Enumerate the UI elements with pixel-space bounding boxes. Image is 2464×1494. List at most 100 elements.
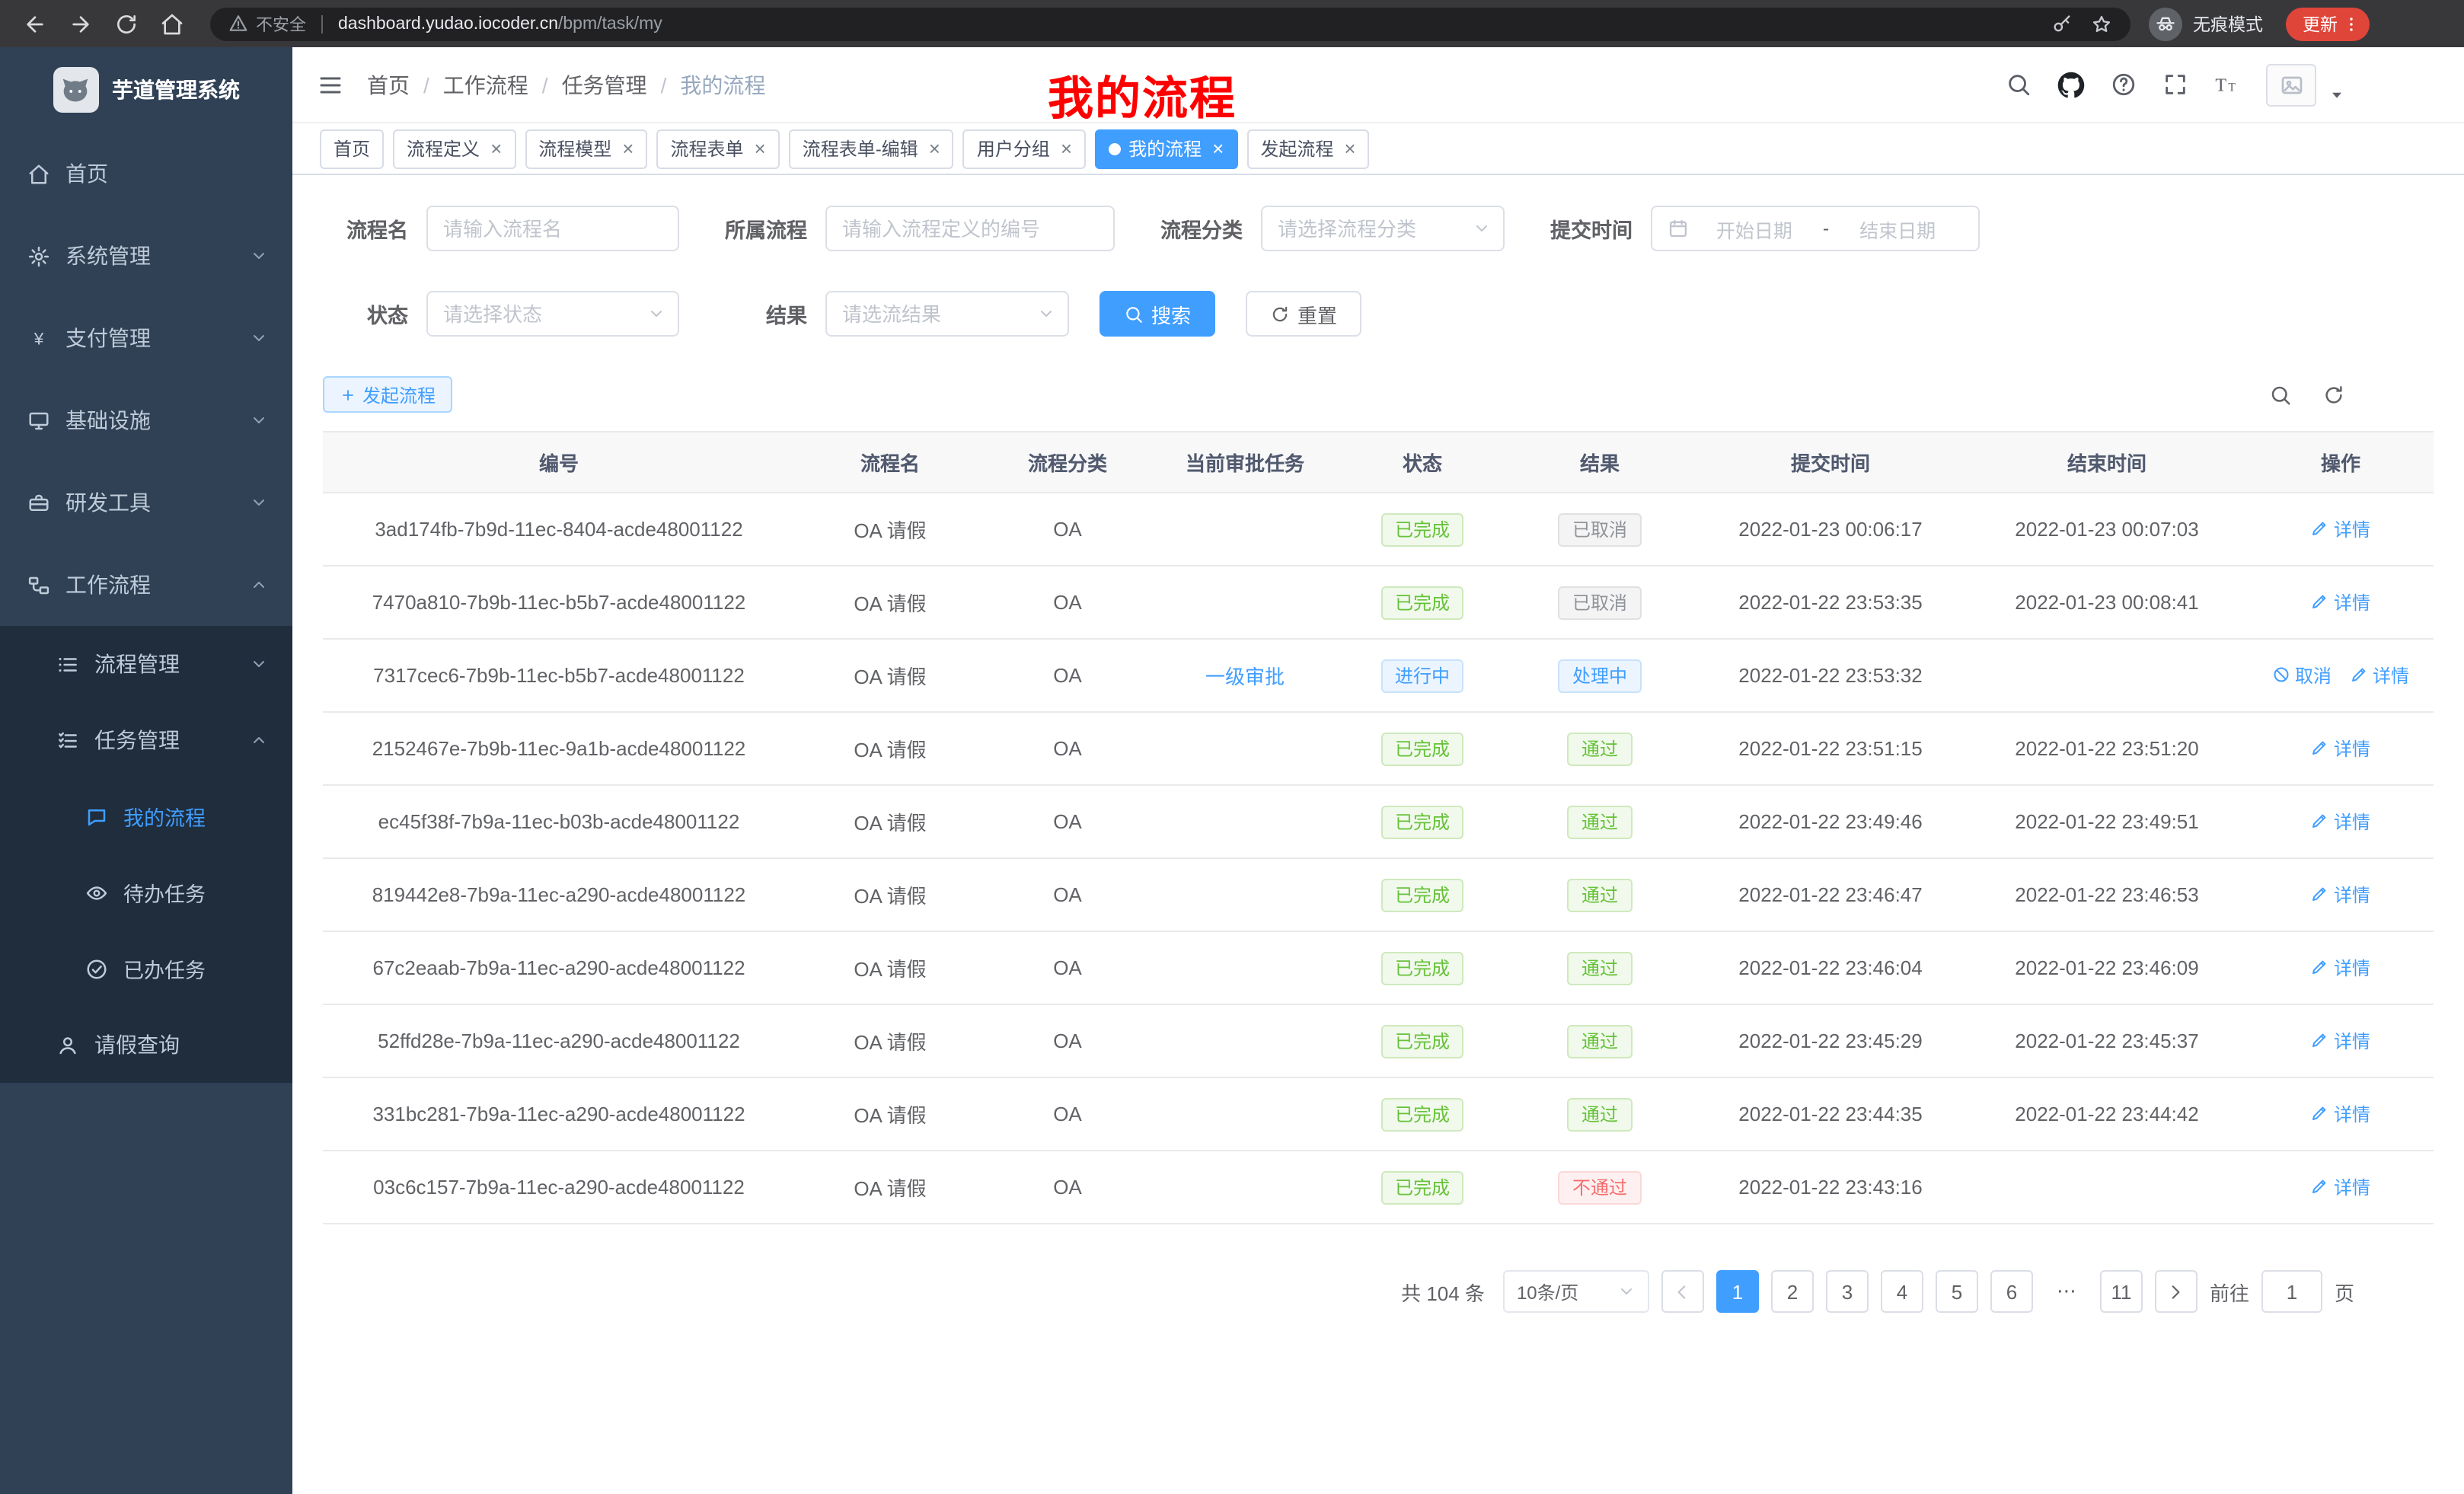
tab-close-icon[interactable]: × xyxy=(622,139,634,158)
detail-action-link[interactable]: 详情 xyxy=(2350,662,2409,688)
avatar[interactable] xyxy=(2266,63,2316,106)
fullscreen-icon[interactable] xyxy=(2162,72,2188,97)
sidebar-item-9[interactable]: 待办任务 xyxy=(0,854,292,931)
detail-action-link[interactable]: 详情 xyxy=(2311,1174,2370,1200)
sidebar-item-10[interactable]: 已办任务 xyxy=(0,931,292,1007)
bookmark-icon[interactable] xyxy=(2091,13,2112,34)
help-icon[interactable] xyxy=(2111,72,2137,97)
breadcrumb-item-0[interactable]: 首页 xyxy=(367,69,410,100)
detail-action-link[interactable]: 详情 xyxy=(2311,882,2370,908)
page-size-select[interactable]: 10条/页 xyxy=(1503,1270,1649,1313)
tab-5[interactable]: 用户分组× xyxy=(963,129,1086,168)
tab-close-icon[interactable]: × xyxy=(929,139,940,158)
status-select-inner[interactable] xyxy=(428,292,678,335)
toolbox-icon xyxy=(27,491,50,514)
goto-page-input[interactable] xyxy=(2261,1270,2322,1313)
tab-1[interactable]: 流程定义× xyxy=(393,129,515,168)
cat-logo-icon xyxy=(58,72,93,107)
update-button[interactable]: 更新 xyxy=(2286,7,2370,40)
page-content: 流程名 所属流程 流程分类 xyxy=(292,175,2464,1494)
result-select-inner[interactable] xyxy=(827,292,1068,335)
tab-6[interactable]: 我的流程 × xyxy=(1095,129,1237,168)
sidebar-item-3[interactable]: 基础设施 xyxy=(0,379,292,461)
detail-action-link[interactable]: 详情 xyxy=(2311,1101,2370,1127)
sidebar-item-11[interactable]: 请假查询 xyxy=(0,1007,292,1083)
cell-result: 通过 xyxy=(1505,1077,1695,1151)
tasks-icon xyxy=(56,729,79,752)
search-button[interactable]: 搜索 xyxy=(1100,291,1215,337)
tab-close-icon[interactable]: × xyxy=(1061,139,1072,158)
submit-time-range-picker[interactable]: 开始日期 - 结束日期 xyxy=(1651,206,1980,251)
tab-label: 我的流程 xyxy=(1128,136,1202,161)
sidebar-item-0[interactable]: 首页 xyxy=(0,132,292,215)
result-select[interactable] xyxy=(825,291,1069,337)
sidebar-item-6[interactable]: 流程管理 xyxy=(0,626,292,702)
cell-category: OA xyxy=(985,1077,1150,1151)
detail-action-link[interactable]: 详情 xyxy=(2311,1028,2370,1054)
sidebar-item-5[interactable]: 工作流程 xyxy=(0,544,292,626)
process-def-input-inner[interactable] xyxy=(827,207,1113,250)
browser-menu-icon[interactable] xyxy=(2342,14,2360,33)
refresh-table-icon[interactable] xyxy=(2322,383,2345,406)
process-name-input-inner[interactable] xyxy=(428,207,678,250)
browser-home-icon[interactable] xyxy=(160,11,184,36)
avatar-caret-icon[interactable] xyxy=(2328,87,2345,104)
detail-action-link[interactable]: 详情 xyxy=(2311,589,2370,615)
cell-current-task xyxy=(1150,1077,1340,1151)
status-select[interactable] xyxy=(426,291,679,337)
address-bar[interactable]: 不安全 dashboard.yudao.iocoder.cn/bpm/task/… xyxy=(210,7,2130,40)
tab-close-icon[interactable]: × xyxy=(1212,139,1224,158)
cell-process-name: OA 请假 xyxy=(795,493,985,566)
process-def-input[interactable] xyxy=(825,206,1115,251)
pager-page-4[interactable]: 4 xyxy=(1881,1270,1923,1313)
category-select-inner[interactable] xyxy=(1262,207,1503,250)
tab-3[interactable]: 流程表单× xyxy=(656,129,779,168)
sidebar-item-8[interactable]: 我的流程 xyxy=(0,778,292,854)
sidebar-item-7[interactable]: 任务管理 xyxy=(0,702,292,778)
tab-close-icon[interactable]: × xyxy=(755,139,766,158)
sidebar-item-1[interactable]: 系统管理 xyxy=(0,215,292,297)
browser-reload-icon[interactable] xyxy=(114,11,139,36)
github-icon[interactable] xyxy=(2057,71,2085,98)
detail-action-link[interactable]: 详情 xyxy=(2311,809,2370,835)
pager-page-6[interactable]: 6 xyxy=(1990,1270,2033,1313)
toggle-search-icon[interactable] xyxy=(2269,383,2292,406)
sidebar-toggle-icon[interactable] xyxy=(317,71,344,98)
pagination-next-button[interactable] xyxy=(2155,1270,2197,1313)
edit-icon xyxy=(2311,739,2329,758)
pager-page-5[interactable]: 5 xyxy=(1936,1270,1978,1313)
filter-submit-time: 提交时间 开始日期 - 结束日期 xyxy=(1535,206,1980,251)
detail-action-link[interactable]: 详情 xyxy=(2311,955,2370,981)
header-search-icon[interactable] xyxy=(2006,72,2032,97)
cell-status: 已完成 xyxy=(1340,858,1505,931)
tab-7[interactable]: 发起流程× xyxy=(1246,129,1369,168)
pager-page-11[interactable]: 11 xyxy=(2100,1270,2143,1313)
pager-page-2[interactable]: 2 xyxy=(1771,1270,1814,1313)
tab-2[interactable]: 流程模型× xyxy=(525,129,647,168)
password-manager-icon[interactable] xyxy=(2051,13,2073,34)
pager-page-3[interactable]: 3 xyxy=(1826,1270,1869,1313)
font-size-icon[interactable]: TT xyxy=(2214,72,2240,97)
tab-close-icon[interactable]: × xyxy=(490,139,502,158)
process-name-input[interactable] xyxy=(426,206,679,251)
browser-forward-icon[interactable] xyxy=(69,11,93,36)
breadcrumb-item-2[interactable]: 任务管理 xyxy=(562,69,647,100)
breadcrumb-item-1[interactable]: 工作流程 xyxy=(443,69,528,100)
pagination-prev-button[interactable] xyxy=(1661,1270,1704,1313)
reset-button[interactable]: 重置 xyxy=(1246,291,1361,337)
detail-action-link[interactable]: 详情 xyxy=(2311,516,2370,542)
security-warning-icon[interactable] xyxy=(228,14,248,34)
pager-more[interactable]: ⋯ xyxy=(2045,1270,2088,1313)
sidebar-item-2[interactable]: ¥支付管理 xyxy=(0,297,292,379)
current-task-link[interactable]: 一级审批 xyxy=(1205,666,1285,688)
category-select[interactable] xyxy=(1261,206,1505,251)
sidebar-item-4[interactable]: 研发工具 xyxy=(0,461,292,544)
tab-0[interactable]: 首页 xyxy=(320,129,384,168)
browser-back-icon[interactable] xyxy=(23,11,47,36)
pager-page-1[interactable]: 1 xyxy=(1716,1270,1759,1313)
create-process-button[interactable]: 发起流程 xyxy=(323,376,452,413)
detail-action-link[interactable]: 详情 xyxy=(2311,736,2370,761)
tab-4[interactable]: 流程表单-编辑× xyxy=(789,129,954,168)
cancel-action-link[interactable]: 取消 xyxy=(2272,662,2332,688)
tab-close-icon[interactable]: × xyxy=(1344,139,1355,158)
